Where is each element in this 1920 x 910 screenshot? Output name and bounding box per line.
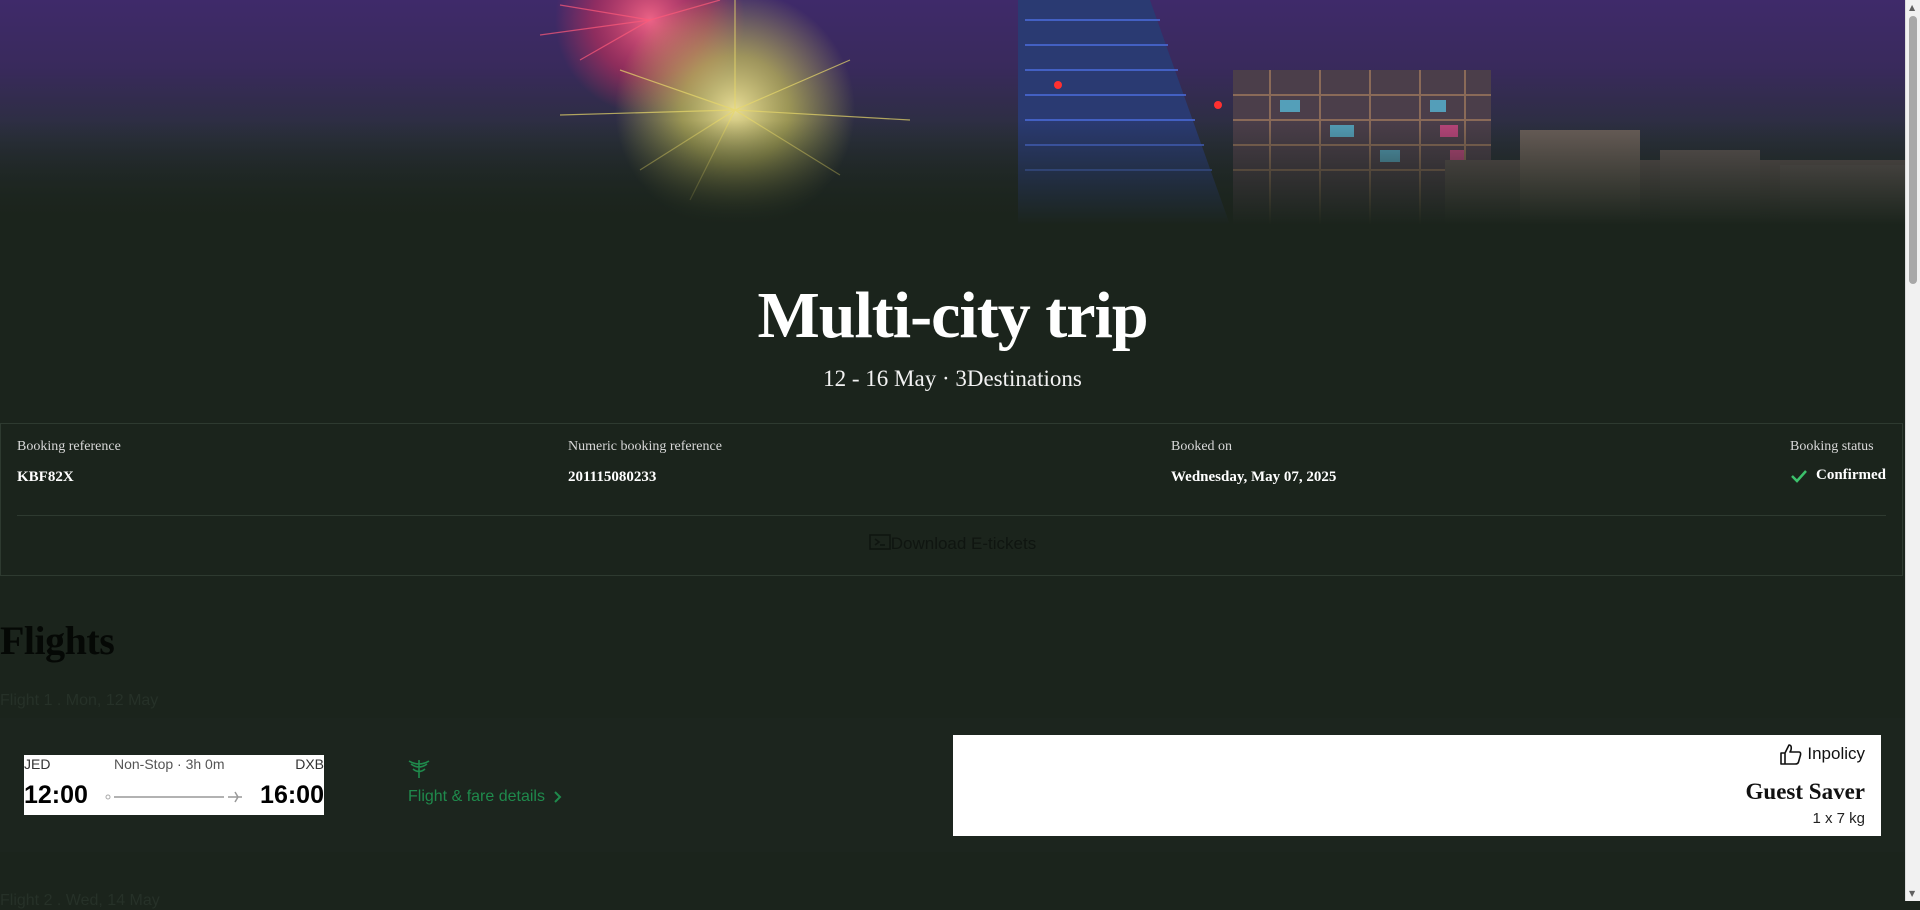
arrival-time: 16:00 [260, 781, 324, 809]
download-etickets-button[interactable]: Download E-tickets [1, 533, 1904, 554]
status-badge: Confirmed [1790, 467, 1886, 484]
thumbs-up-icon [1780, 744, 1802, 765]
policy-badge: Inpolicy [1779, 743, 1865, 765]
trip-subtitle: 12 - 16 May · 3Destinations [823, 366, 1082, 391]
page-scrollbar[interactable]: ▲ ▼ [1905, 0, 1920, 901]
page-title: Multi-city trip [757, 279, 1148, 352]
booked-on-value: Wednesday, May 07, 2025 [1171, 469, 1337, 485]
policy-label: Inpolicy [1807, 744, 1865, 763]
flight-route-summary: JED Non-Stop · 3h 0m DXB 12:00 16:00 [24, 755, 324, 815]
departure-time: 12:00 [24, 781, 88, 809]
numeric-reference-value: 201115080233 [568, 469, 657, 485]
booking-reference-label: Booking reference [17, 439, 121, 454]
fare-summary-card: Inpolicy Guest Saver 1 x 7 kg [953, 735, 1881, 836]
origin-airport: JED [24, 756, 51, 772]
plane-icon [228, 791, 242, 803]
scrollbar-thumb[interactable] [1909, 16, 1917, 284]
fireworks-hero-image [0, 0, 1905, 225]
numeric-reference-field: Numeric booking reference 201115080233 [568, 439, 722, 486]
booking-status-field: Booking status Confirmed [1790, 439, 1886, 484]
ticket-icon [868, 534, 891, 550]
destination-airport: DXB [295, 756, 324, 772]
scroll-down-arrow-icon[interactable]: ▼ [1909, 889, 1915, 898]
flight-fare-details-link[interactable]: Flight & fare details [408, 788, 563, 806]
flights-heading: Flights [0, 618, 115, 663]
numeric-reference-label: Numeric booking reference [568, 439, 722, 454]
flight-fare-details-label: Flight & fare details [408, 788, 545, 805]
stops-duration: Non-Stop · 3h 0m [114, 756, 225, 772]
hero-banner [0, 0, 1905, 225]
download-etickets-label: Download E-tickets [890, 534, 1037, 553]
booking-status-value: Confirmed [1816, 467, 1886, 483]
baggage-allowance: 1 x 7 kg [1812, 810, 1865, 827]
airline-emblem-icon [408, 760, 430, 778]
booked-on-field: Booked on Wednesday, May 07, 2025 [1171, 439, 1336, 486]
flight-1-label: Flight 1 . Mon, 12 May [0, 692, 159, 709]
booking-status-label: Booking status [1790, 439, 1874, 454]
panel-divider [17, 515, 1886, 516]
fare-name: Guest Saver [1745, 779, 1865, 804]
booked-on-label: Booked on [1171, 439, 1233, 454]
booking-reference-field: Booking reference KBF82X [17, 439, 121, 486]
chevron-right-icon [554, 791, 562, 803]
scroll-up-arrow-icon[interactable]: ▲ [1909, 3, 1915, 12]
flight-2-label: Flight 2 . Wed, 14 May [0, 892, 160, 909]
route-line [105, 791, 242, 803]
booking-summary-panel: Booking reference KBF82X Numeric booking… [0, 423, 1903, 576]
booking-reference-value: KBF82X [17, 469, 74, 485]
check-icon [1791, 469, 1807, 483]
